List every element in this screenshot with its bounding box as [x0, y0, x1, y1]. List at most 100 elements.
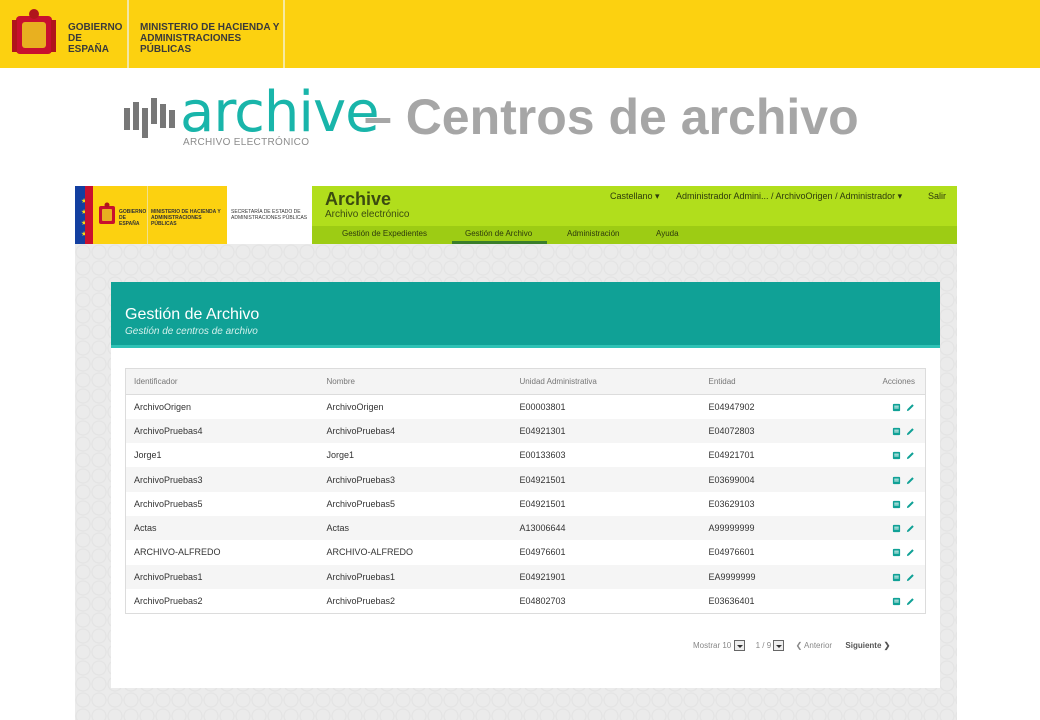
table-cell: ArchivoPruebas4 [125, 418, 319, 444]
table-cell: ArchivoPruebas3 [125, 467, 319, 492]
slide-heading: – Centros de archivo [364, 89, 859, 145]
view-icon[interactable] [892, 524, 901, 533]
main-nav: Gestión de Expedientes Gestión de Archiv… [312, 226, 957, 244]
app-header: ★ ★ ★ ★ GOBIERNO DE ESPAÑA MINISTERIO DE HA… [75, 186, 957, 244]
table-cell: E03699004 [700, 467, 851, 492]
column-header[interactable]: Identificador [125, 368, 319, 395]
edit-icon[interactable] [906, 500, 915, 509]
app-name: Archive [325, 189, 392, 209]
table-cell: ArchivoPruebas1 [125, 564, 319, 589]
table-cell: Actas [125, 515, 319, 541]
column-header[interactable]: Nombre [318, 368, 512, 395]
table-row[interactable]: Jorge1 Jorge1 E00133603 E04921701 [126, 443, 926, 467]
row-actions [851, 492, 926, 516]
edit-icon[interactable] [906, 548, 915, 557]
table-row[interactable]: ArchivoPruebas2 ArchivoPruebas2 E04802703 E… [126, 589, 926, 613]
row-actions [851, 589, 926, 613]
table-cell: E04921901 [511, 564, 701, 589]
table-row[interactable]: ARCHIVO-ALFREDO ARCHIVO-ALFREDO E04976601 E… [126, 540, 926, 564]
edit-icon[interactable] [906, 524, 915, 533]
view-icon[interactable] [892, 597, 901, 606]
nav-gestion-archivo[interactable]: Gestión de Archivo [465, 229, 532, 238]
edit-icon[interactable] [906, 573, 915, 582]
table-cell: A13006644 [511, 515, 701, 541]
row-actions [850, 467, 926, 492]
table-row[interactable]: ArchivoPruebas5 ArchivoPruebas5 E04921501 E… [126, 492, 926, 516]
edit-icon[interactable] [906, 403, 915, 412]
table-cell: ArchivoPruebas1 [318, 564, 512, 589]
table-cell: ArchivoPruebas2 [326, 595, 396, 606]
table-cell: E04976601 [708, 547, 755, 558]
app-gov-logo: ★ ★ ★ ★ GOBIERNO DE ESPAÑA MINISTERIO DE HA… [75, 186, 312, 244]
logout-link[interactable]: Salir [928, 191, 946, 201]
table-row[interactable]: ArchivoOrigen ArchivoOrigen E00003801 E0494… [126, 395, 926, 419]
nav-gestion-expedientes[interactable]: Gestión de Expedientes [342, 229, 427, 238]
view-icon[interactable] [892, 476, 901, 485]
app-screenshot: ★ ★ ★ ★ GOBIERNO DE ESPAÑA MINISTERIO DE HA… [75, 186, 957, 720]
coat-of-arms-icon [12, 9, 56, 54]
divider [147, 186, 148, 244]
view-icon[interactable] [892, 403, 901, 412]
table-cell: EA9999999 [700, 564, 851, 589]
edit-icon[interactable] [906, 427, 915, 436]
column-header[interactable]: Unidad Administrativa [511, 368, 701, 395]
table-cell: E04921701 [708, 450, 755, 461]
table-cell: ArchivoPruebas4 [318, 418, 512, 444]
secretary-label: SECRETARÍA DE ESTADO DE ADMINISTRACIONES… [231, 209, 308, 221]
app-gov-label: GOBIERNO DE ESPAÑA [119, 209, 147, 227]
view-icon[interactable] [892, 451, 901, 460]
table-cell: Actas [318, 515, 512, 541]
gov-banner: GOBIERNO DE ESPAÑA MINISTERIO DE HACIEND… [0, 0, 1040, 68]
nav-administracion[interactable]: Administración [567, 229, 619, 238]
row-actions [851, 443, 926, 467]
app-subtitle: Archivo electrónico [325, 209, 410, 220]
language-dropdown[interactable]: Castellano ▾ [610, 191, 660, 202]
table-row[interactable]: ArchivoPruebas1 ArchivoPruebas1 E04921901 E… [125, 564, 926, 589]
row-actions [850, 564, 926, 589]
table-cell: E04976601 [519, 547, 566, 558]
gov-logo: GOBIERNO DE ESPAÑA MINISTERIO DE HACIEND… [0, 0, 285, 68]
divider [127, 0, 129, 68]
table-cell: ArchivoPruebas3 [318, 467, 512, 492]
edit-icon[interactable] [906, 451, 915, 460]
previous-page-button[interactable]: ❮ Anterior [796, 641, 833, 650]
table-row[interactable]: ArchivoPruebas4 ArchivoPruebas4 E04921301 E… [125, 418, 926, 444]
table-cell: ARCHIVO-ALFREDO [134, 547, 221, 558]
archive-centers-table: Identificador Nombre Unidad Administrati… [125, 368, 926, 614]
archive-logo-word: archive [180, 80, 380, 145]
ministry-label: MINISTERIO DE HACIENDA Y ADMINISTRACIONE… [140, 22, 280, 55]
view-icon[interactable] [892, 500, 901, 509]
next-page-button[interactable]: Siguiente ❯ [845, 641, 890, 650]
table-cell: ArchivoOrigen [326, 401, 384, 412]
nav-ayuda[interactable]: Ayuda [656, 229, 679, 238]
edit-icon[interactable] [906, 597, 915, 606]
app-top-bar: Archive Archivo electrónico Castellano ▾… [312, 186, 957, 244]
row-actions [850, 515, 926, 541]
table-header-row: Identificador Nombre Unidad Administrati… [125, 368, 926, 395]
view-icon[interactable] [892, 573, 901, 582]
table-cell: E04921501 [511, 467, 701, 492]
panel-header: Gestión de Archivo Gestión de centros de… [111, 282, 940, 348]
edit-icon[interactable] [906, 476, 915, 485]
content-panel: Gestión de Archivo Gestión de centros de… [111, 282, 940, 688]
view-icon[interactable] [892, 427, 901, 436]
table-cell: E00003801 [519, 401, 566, 412]
page-size-label: Mostrar [693, 641, 721, 650]
table-cell: E04802703 [519, 595, 566, 606]
table-cell: E03629103 [708, 498, 755, 509]
user-dropdown[interactable]: Administrador Admini... / ArchivoOrigen … [676, 191, 902, 202]
page-select[interactable] [773, 640, 785, 651]
coat-of-arms-icon [99, 202, 115, 224]
table-cell: E04921301 [511, 418, 701, 444]
table-cell: E04921501 [519, 498, 566, 509]
panel-title: Gestión de Archivo [125, 306, 260, 323]
table-cell: ArchivoPruebas5 [134, 498, 203, 509]
column-header[interactable]: Entidad [700, 368, 851, 395]
view-icon[interactable] [892, 548, 901, 557]
table-row[interactable]: ArchivoPruebas3 ArchivoPruebas3 E04921501 E… [125, 467, 926, 492]
table-cell: E00133603 [519, 450, 566, 461]
pagination: Mostrar 10 1 / 9 ❮ Anterior Siguiente ❯ [693, 640, 890, 652]
page-size-select[interactable] [733, 640, 745, 651]
active-tab-indicator [452, 241, 547, 244]
table-row[interactable]: Actas Actas A13006644 A99999999 [125, 515, 926, 541]
